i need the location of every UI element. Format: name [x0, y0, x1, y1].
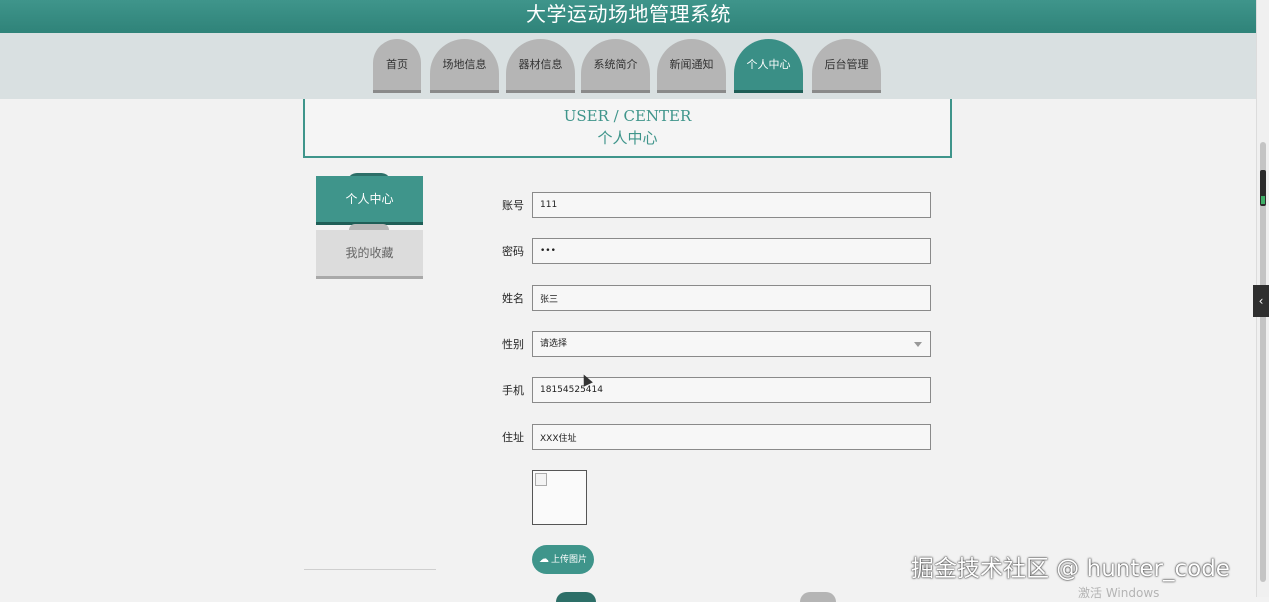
page-title-en: USER / CENTER: [563, 107, 692, 125]
phone-label: 手机: [502, 384, 524, 397]
sidebar-item-favorites[interactable]: 我的收藏: [316, 230, 423, 279]
account-input[interactable]: [532, 192, 931, 218]
form-row-address: 住址: [490, 424, 935, 452]
form-row-password: 密码: [490, 238, 935, 266]
address-input[interactable]: [532, 424, 931, 450]
avatar-preview: [532, 470, 587, 525]
scrollbar-marker: [1260, 170, 1266, 206]
sidebar-divider: [304, 569, 436, 570]
app-title: 大学运动场地管理系统: [526, 2, 731, 26]
name-label: 姓名: [502, 292, 524, 305]
app-header: 大学运动场地管理系统: [0, 0, 1257, 33]
watermark-text: 掘金技术社区 @ hunter_code: [911, 556, 1230, 582]
footer-arc-gray: [800, 592, 836, 602]
windows-activation-text: 激活 Windows: [1078, 586, 1160, 600]
sidebar-item-personal-center[interactable]: 个人中心: [316, 176, 423, 225]
password-label: 密码: [502, 245, 524, 258]
form-row-account: 账号: [490, 192, 935, 220]
cloud-upload-icon: ☁: [538, 554, 549, 565]
tab-home[interactable]: 首页: [373, 39, 421, 93]
footer-arc-dark: [556, 592, 596, 602]
scrollbar-thumb[interactable]: [1260, 142, 1266, 582]
gender-select[interactable]: 请选择: [532, 331, 931, 357]
page-title-box: USER / CENTER 个人中心: [303, 99, 952, 158]
name-input[interactable]: [532, 285, 931, 311]
account-label: 账号: [502, 199, 524, 212]
gender-select-value: 请选择: [540, 339, 568, 349]
scrollbar-marker-green: [1261, 196, 1265, 204]
form-row-name: 姓名: [490, 285, 935, 313]
form-row-phone: 手机: [490, 377, 935, 405]
chevron-left-icon[interactable]: ‹: [1253, 285, 1269, 317]
upload-button-label: 上传图片: [550, 555, 587, 565]
upload-image-button[interactable]: ☁ 上传图片: [532, 545, 594, 574]
broken-image-icon: [535, 473, 547, 486]
gender-label: 性别: [502, 338, 524, 351]
address-label: 住址: [502, 431, 524, 444]
chevron-down-icon: [914, 342, 922, 347]
form-row-gender: 性别 请选择: [490, 331, 935, 359]
page-title-cn: 个人中心: [597, 129, 658, 147]
password-input[interactable]: [532, 238, 931, 264]
